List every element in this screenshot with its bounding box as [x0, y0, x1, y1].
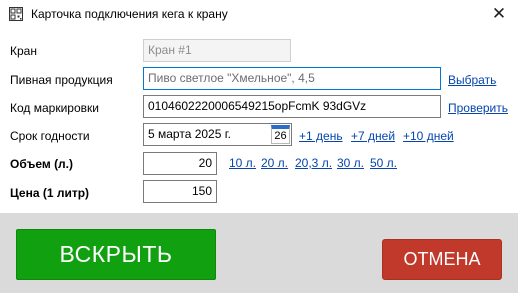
window-title: Карточка подключения кега к крану: [31, 7, 228, 21]
expiry-plus-1-day-link[interactable]: +1 день: [299, 129, 343, 143]
volume-preset-20-link[interactable]: 20 л.: [261, 156, 288, 170]
qr-code-icon: [9, 7, 23, 21]
expiry-date-value: 5 марта 2025 г.: [148, 127, 231, 141]
volume-preset-10-link[interactable]: 10 л.: [229, 156, 256, 170]
volume-preset-20-3-link[interactable]: 20,3 л.: [295, 156, 332, 170]
expiry-label: Срок годности: [10, 129, 90, 143]
volume-field[interactable]: 20: [143, 152, 217, 175]
price-field[interactable]: 150: [143, 180, 217, 203]
cancel-button[interactable]: ОТМЕНА: [382, 239, 502, 280]
title-bar: Карточка подключения кега к крану ✕: [0, 0, 518, 30]
beer-label: Пивная продукция: [10, 73, 113, 87]
marking-code-field[interactable]: 0104602220006549215opFcmK 93dGVz: [143, 95, 441, 118]
select-beer-link[interactable]: Выбрать: [448, 73, 496, 87]
tap-label: Кран: [10, 44, 37, 58]
volume-preset-30-link[interactable]: 30 л.: [337, 156, 364, 170]
expiry-plus-10-days-link[interactable]: +10 дней: [403, 129, 454, 143]
expiry-date-picker[interactable]: 5 марта 2025 г. 26: [143, 123, 292, 146]
volume-preset-50-link[interactable]: 50 л.: [370, 156, 397, 170]
calendar-icon[interactable]: 26: [271, 125, 290, 144]
marking-label: Код маркировки: [10, 101, 99, 115]
close-icon[interactable]: ✕: [486, 3, 512, 25]
open-keg-button[interactable]: ВСКРЫТЬ: [16, 229, 216, 280]
tap-field: Кран #1: [143, 39, 291, 62]
volume-label: Объем (л.): [10, 157, 74, 171]
beer-field[interactable]: Пиво светлое "Хмельное", 4,5: [143, 67, 441, 90]
check-marking-link[interactable]: Проверить: [448, 101, 508, 115]
expiry-plus-7-days-link[interactable]: +7 дней: [351, 129, 395, 143]
price-label: Цена (1 литр): [10, 186, 90, 200]
